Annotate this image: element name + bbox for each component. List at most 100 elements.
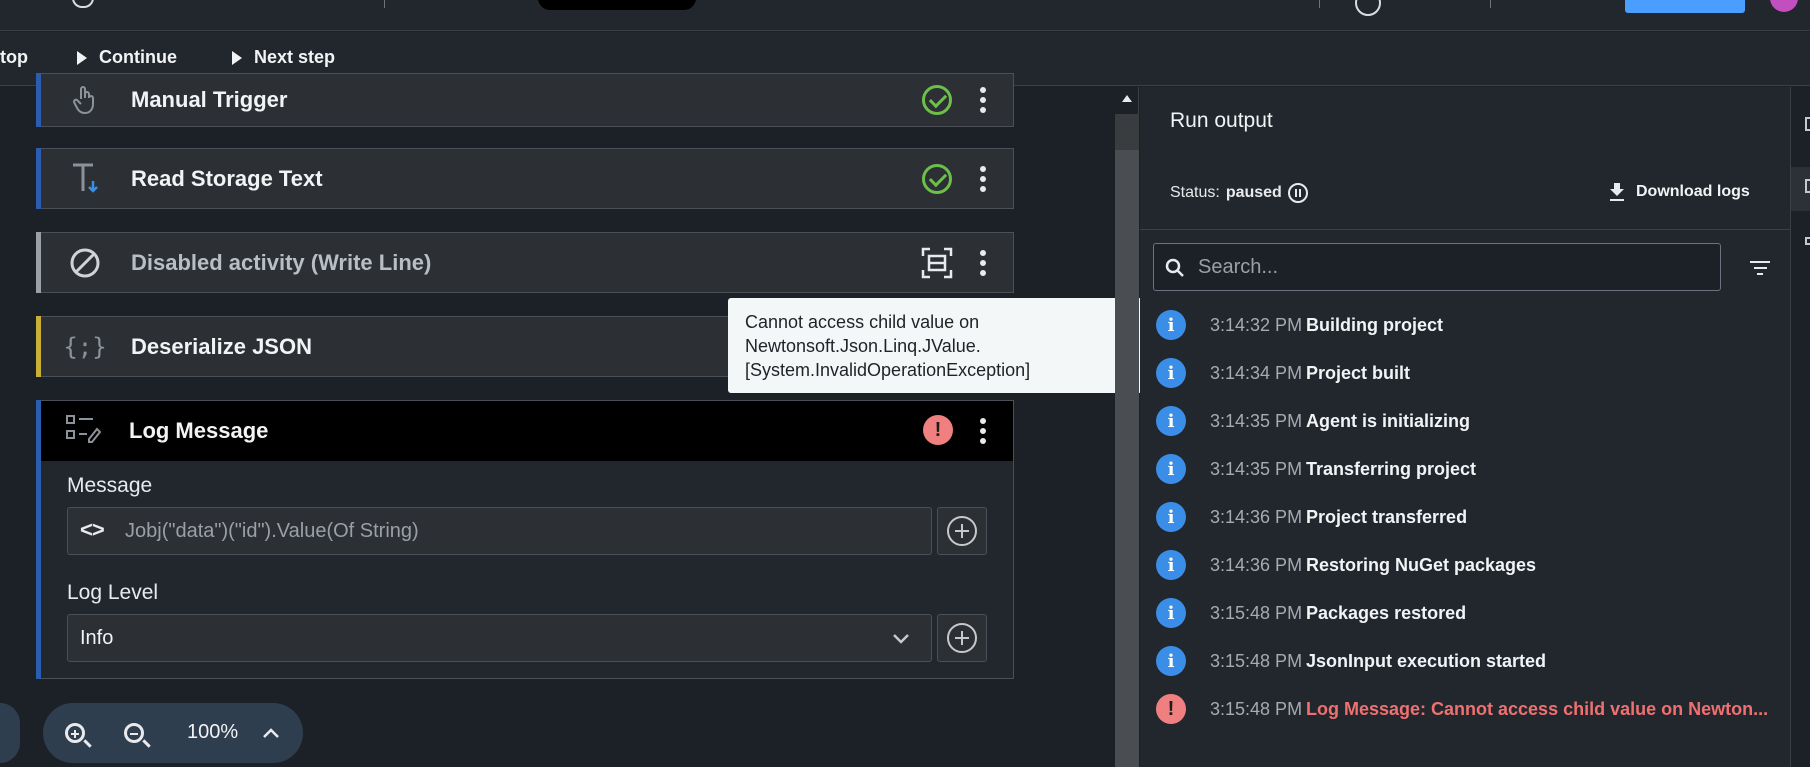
workflow-canvas[interactable]: Manual Trigger Read Storage Text Disable…	[0, 73, 1115, 767]
log-row[interactable]: i 3:14:34 PM Project built	[1156, 349, 1786, 397]
menu-icon[interactable]	[72, 0, 94, 8]
activity-log-message[interactable]: Log Message ! Message <> Jobj("data")("i…	[36, 400, 1014, 679]
error-tooltip: Cannot access child value on Newtonsoft.…	[728, 298, 1142, 393]
plus-circle-icon	[947, 516, 977, 546]
tooltip-line: [System.InvalidOperationException]	[745, 360, 1031, 380]
success-status	[921, 163, 953, 195]
log-search-input[interactable]: Search...	[1153, 243, 1721, 291]
activity-manual-trigger[interactable]: Manual Trigger	[36, 73, 1014, 127]
focus-frame-icon[interactable]	[921, 247, 953, 279]
project-pill[interactable]	[538, 0, 696, 10]
activity-accent-bar	[36, 148, 41, 209]
activity-title: Manual Trigger	[131, 87, 288, 112]
activity-title: Deserialize JSON	[131, 333, 312, 359]
plus-circle-icon	[947, 623, 977, 653]
log-message: Log Message: Cannot access child value o…	[1306, 698, 1769, 719]
search-icon	[1165, 258, 1184, 277]
activity-title: Disabled activity (Write Line)	[131, 249, 432, 275]
log-time: 3:14:35 PM	[1210, 458, 1303, 479]
canvas-scrollbar[interactable]	[1115, 87, 1139, 767]
error-icon: !	[923, 415, 953, 445]
log-time: 3:15:48 PM	[1210, 602, 1303, 623]
zoom-menu-button[interactable]	[256, 718, 286, 748]
primary-action-button[interactable]	[1625, 0, 1745, 13]
message-label: Message	[67, 474, 153, 497]
disabled-icon	[67, 245, 103, 281]
success-status	[921, 84, 953, 116]
list-tab-icon[interactable]	[1805, 179, 1810, 193]
avatar[interactable]	[1770, 0, 1798, 12]
activity-disabled-write-line[interactable]: Disabled activity (Write Line)	[36, 232, 1014, 293]
download-icon	[1610, 183, 1624, 201]
info-icon: i	[1156, 502, 1186, 532]
add-argument-button[interactable]	[937, 614, 987, 662]
divider	[384, 0, 385, 8]
log-time: 3:14:36 PM	[1210, 554, 1303, 575]
log-message: Building project	[1306, 314, 1443, 335]
zoom-level: 100%	[187, 721, 239, 743]
json-braces-icon: {;}	[63, 332, 107, 361]
info-icon: i	[1156, 358, 1186, 388]
chevron-up-icon	[263, 728, 279, 738]
next-step-button[interactable]: Next step	[232, 47, 335, 68]
search-placeholder: Search...	[1198, 256, 1279, 278]
log-row[interactable]: i 3:14:36 PM Restoring NuGet packages	[1156, 541, 1786, 589]
log-row-error[interactable]: ! 3:15:48 PM Log Message: Cannot access …	[1156, 685, 1786, 733]
zoom-out-icon	[124, 723, 144, 743]
zoom-in-button[interactable]	[60, 718, 90, 748]
log-time: 3:14:35 PM	[1210, 410, 1303, 431]
top-app-bar	[0, 0, 1810, 31]
zoom-out-button[interactable]	[119, 718, 149, 748]
log-list: i 3:14:32 PM Building project i 3:14:34 …	[1156, 301, 1786, 733]
stop-label: top	[0, 47, 28, 67]
log-time: 3:14:32 PM	[1210, 314, 1303, 335]
activity-accent-bar	[36, 316, 41, 377]
log-message: Project transferred	[1306, 506, 1468, 527]
info-icon: i	[1156, 598, 1186, 628]
log-message: Restoring NuGet packages	[1306, 554, 1537, 575]
log-row[interactable]: i 3:14:35 PM Agent is initializing	[1156, 397, 1786, 445]
more-options-icon[interactable]	[980, 249, 986, 276]
play-icon	[77, 50, 87, 65]
more-options-icon[interactable]	[980, 418, 986, 444]
divider	[1319, 0, 1320, 8]
log-row[interactable]: i 3:15:48 PM JsonInput execution started	[1156, 637, 1786, 685]
run-status: Status: paused	[1170, 183, 1308, 203]
play-icon	[232, 50, 242, 65]
log-row[interactable]: i 3:14:35 PM Transferring project	[1156, 445, 1786, 493]
log-time: 3:15:48 PM	[1210, 650, 1303, 671]
add-argument-button[interactable]	[937, 507, 987, 555]
log-message: Transferring project	[1306, 458, 1477, 479]
stop-button[interactable]: top	[0, 47, 28, 68]
activity-read-storage-text[interactable]: Read Storage Text	[36, 148, 1014, 209]
error-status[interactable]: !	[923, 415, 953, 445]
continue-button[interactable]: Continue	[77, 47, 177, 68]
continue-label: Continue	[99, 47, 177, 67]
code-icon: <>	[80, 517, 105, 542]
download-logs-label: Download logs	[1636, 183, 1750, 200]
help-icon[interactable]	[1355, 0, 1381, 16]
log-message: Agent is initializing	[1306, 410, 1471, 431]
activity-title: Log Message	[129, 418, 269, 443]
panel-tab-icon[interactable]	[1805, 117, 1810, 131]
chevron-down-icon	[893, 634, 909, 644]
log-row[interactable]: i 3:15:48 PM Packages restored	[1156, 589, 1786, 637]
scroll-up-icon[interactable]	[1122, 95, 1132, 102]
more-options-icon[interactable]	[980, 87, 986, 113]
activity-accent-bar	[36, 73, 41, 127]
log-row[interactable]: i 3:14:36 PM Project transferred	[1156, 493, 1786, 541]
activity-header[interactable]: Log Message !	[37, 401, 1013, 461]
divider	[1140, 229, 1790, 230]
filter-icon[interactable]	[1750, 261, 1770, 275]
hand-pointer-icon	[67, 82, 103, 118]
more-options-icon[interactable]	[980, 165, 986, 192]
scroll-thumb[interactable]	[1115, 150, 1139, 767]
activity-accent-bar	[36, 400, 41, 679]
info-icon: i	[1156, 310, 1186, 340]
download-logs-button[interactable]: Download logs	[1610, 183, 1750, 201]
message-field[interactable]: <> Jobj("data")("id").Value(Of String)	[67, 507, 932, 555]
info-icon: i	[1156, 406, 1186, 436]
log-level-select[interactable]: Info	[67, 614, 932, 662]
history-tab-icon[interactable]	[1805, 237, 1810, 245]
log-row[interactable]: i 3:14:32 PM Building project	[1156, 301, 1786, 349]
